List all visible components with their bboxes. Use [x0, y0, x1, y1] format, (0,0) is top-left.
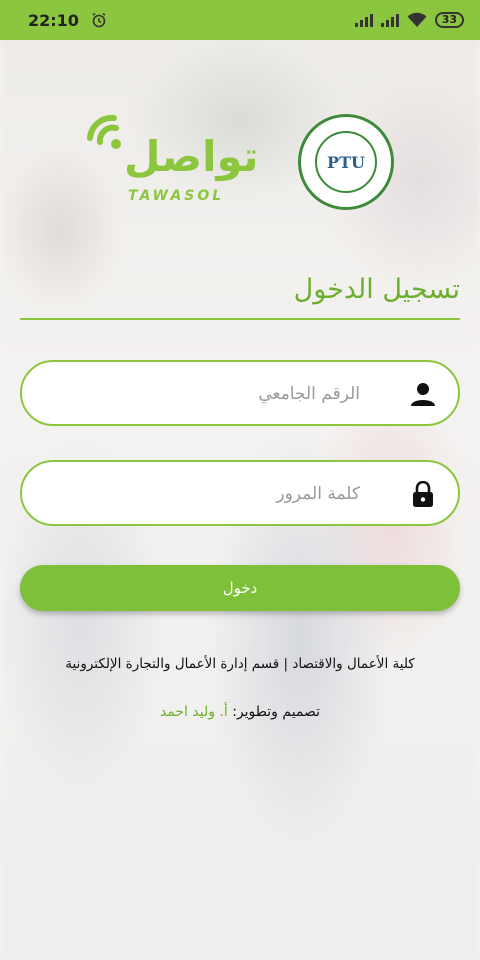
- lock-icon: [413, 481, 433, 507]
- credit-line: تصميم وتطوير: أ. وليد احمد: [0, 704, 480, 720]
- wifi-icon: [407, 12, 427, 27]
- title-divider: [20, 318, 460, 320]
- credit-prefix: تصميم وتطوير:: [232, 704, 321, 720]
- university-seal-center: PTU: [315, 131, 377, 193]
- department-text: كلية الأعمال والاقتصاد | قسم إدارة الأعم…: [65, 656, 415, 672]
- university-seal: PTU: [298, 114, 394, 210]
- status-bar: 22:10 33: [0, 0, 480, 40]
- page-title: تسجيل الدخول: [293, 274, 460, 305]
- tawasol-logo: تواصل TAWASOL: [84, 108, 294, 218]
- status-time: 22:10: [28, 10, 79, 30]
- app-logo-text: تواصل: [124, 132, 260, 181]
- credit-name: أ. وليد احمد: [159, 704, 228, 720]
- status-left: 22:10: [28, 11, 107, 30]
- app-logo-latin: TAWASOL: [128, 188, 225, 204]
- status-right: 33: [354, 12, 464, 28]
- signal-icon: [380, 13, 399, 27]
- signal-icon: [354, 13, 373, 27]
- login-button[interactable]: دخول: [20, 565, 460, 611]
- user-icon: [411, 383, 435, 406]
- password-input[interactable]: [58, 462, 362, 526]
- password-field[interactable]: [20, 460, 460, 526]
- university-seal-text: PTU: [327, 152, 365, 172]
- student-id-input[interactable]: [58, 362, 362, 426]
- logo-row: تواصل TAWASOL PTU: [84, 108, 404, 218]
- student-id-field[interactable]: [20, 360, 460, 426]
- battery-icon: 33: [434, 12, 464, 28]
- alarm-icon: [92, 12, 106, 28]
